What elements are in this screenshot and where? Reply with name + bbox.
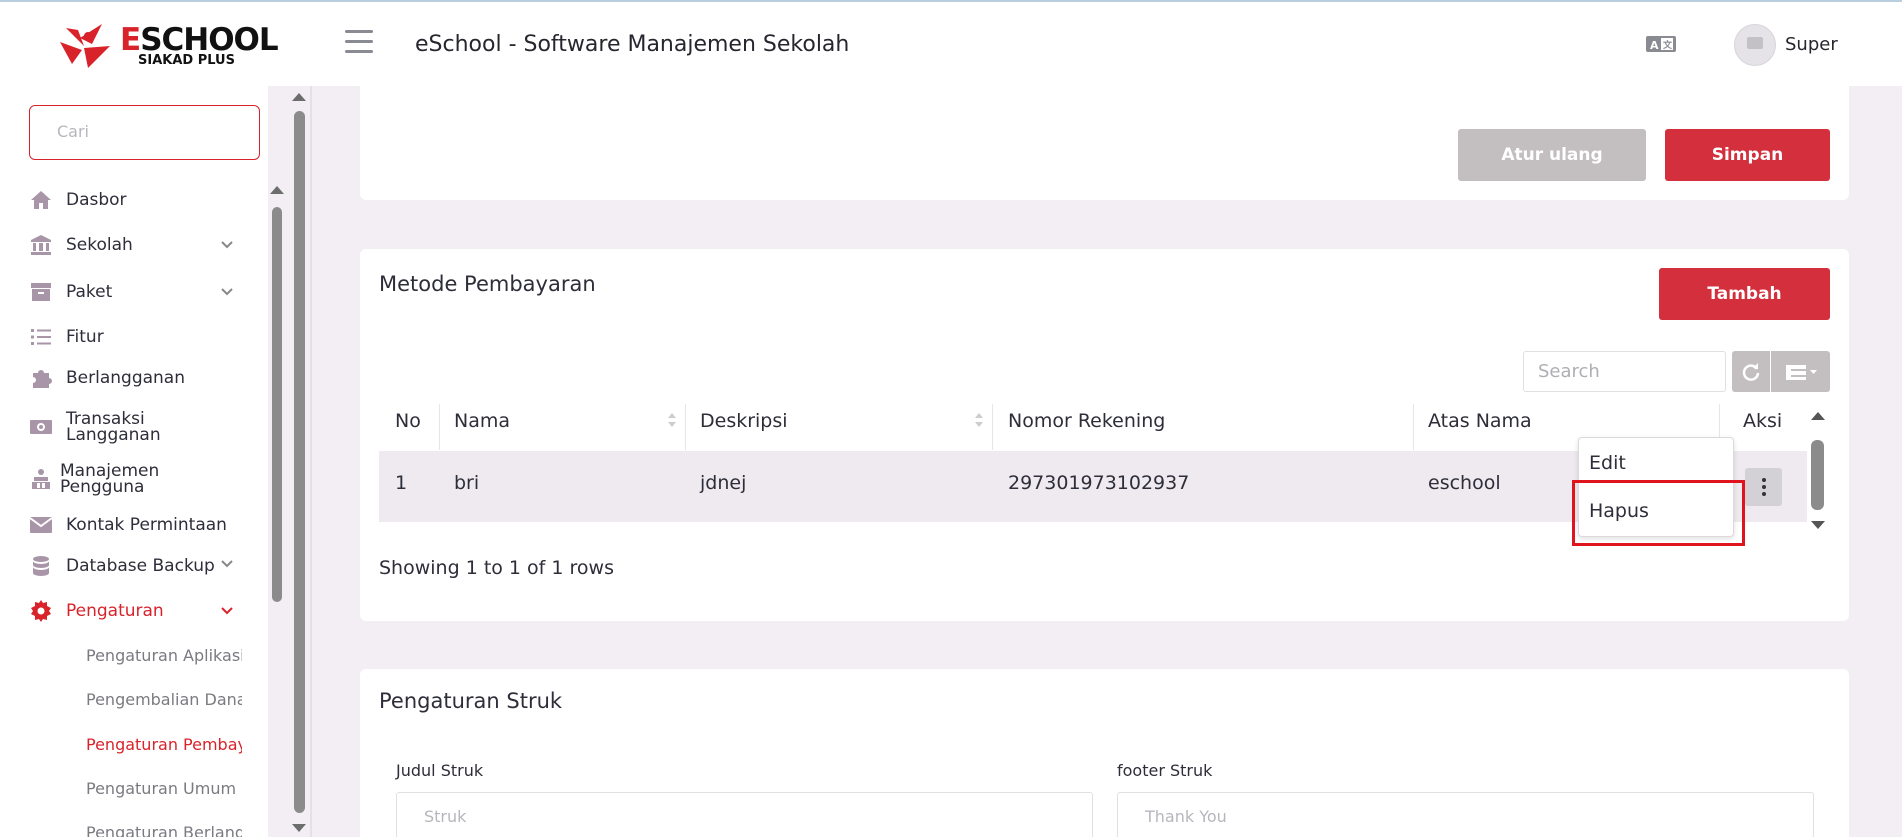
sidebar-subitem-pengaturan-umum[interactable]: Pengaturan Umum xyxy=(86,779,242,798)
sidebar-item-dasbor[interactable]: Dasbor xyxy=(29,185,127,215)
cell-nomor-rekening: 297301973102937 xyxy=(1008,472,1190,494)
package-icon xyxy=(31,283,51,301)
sort-icon[interactable] xyxy=(975,413,983,427)
money-icon xyxy=(30,420,52,434)
columns-toggle-button[interactable] xyxy=(1771,351,1830,392)
sidebar-subitem-pengembalian-dana[interactable]: Pengembalian Dana xyxy=(86,690,242,709)
sidebar-item-label: Database Backup xyxy=(66,556,215,576)
refresh-icon xyxy=(1742,362,1760,381)
sidebar-item-label: Dasbor xyxy=(66,190,127,210)
sidebar-item-label: Pengaturan xyxy=(66,601,164,621)
language-icon[interactable]: A 文 xyxy=(1646,34,1676,54)
app-title: eSchool - Software Manajemen Sekolah xyxy=(415,32,850,57)
sidebar-item-label: Kontak Permintaan xyxy=(66,515,227,535)
cell-nama: bri xyxy=(454,472,480,494)
receipt-title-label: Judul Struk xyxy=(396,761,484,780)
column-header-atas-nama[interactable]: Atas Nama xyxy=(1428,404,1532,444)
sidebar-item-sekolah[interactable]: Sekolah xyxy=(29,230,133,260)
sidebar-item-label: Manajemen Pengguna xyxy=(60,461,160,497)
highlight-box xyxy=(1572,480,1745,546)
cell-deskripsi: jdnej xyxy=(700,472,747,494)
table-search-input[interactable]: Search xyxy=(1523,351,1726,392)
logo-mark-icon xyxy=(60,24,110,68)
sidebar-search-input[interactable]: Cari xyxy=(29,105,260,160)
cell-no: 1 xyxy=(395,472,408,494)
sidebar-item-label: Berlangganan xyxy=(66,368,185,388)
home-icon xyxy=(31,191,51,209)
sidebar: Cari Dasbor Sekolah Paket Fitur Berlangg… xyxy=(0,86,312,837)
svg-text:文: 文 xyxy=(1662,39,1673,51)
receipt-title-input[interactable]: Struk xyxy=(396,792,1093,837)
payment-method-title: Metode Pembayaran xyxy=(379,272,596,296)
sidebar-item-berlangganan[interactable]: Berlangganan xyxy=(29,363,185,393)
add-button[interactable]: Tambah xyxy=(1659,268,1830,320)
column-header-no[interactable]: No xyxy=(395,404,421,444)
sidebar-item-label: Transaksi Langganan xyxy=(66,409,161,445)
chevron-down-icon[interactable] xyxy=(220,604,234,618)
gear-icon xyxy=(31,600,51,622)
users-icon xyxy=(32,469,50,489)
top-header: ESCHOOL SIAKAD PLUS eSchool - Software M… xyxy=(0,2,1902,86)
school-icon xyxy=(31,235,51,255)
sidebar-item-fitur[interactable]: Fitur xyxy=(29,322,104,352)
user-name[interactable]: Super xyxy=(1785,34,1838,55)
column-header-nama[interactable]: Nama xyxy=(454,404,510,444)
puzzle-icon xyxy=(33,370,52,388)
save-button[interactable]: Simpan xyxy=(1665,129,1830,181)
columns-list-icon xyxy=(1785,364,1817,380)
envelope-icon xyxy=(29,517,53,533)
sidebar-item-label: Fitur xyxy=(66,327,104,347)
logo[interactable]: ESCHOOL SIAKAD PLUS xyxy=(58,20,279,70)
sidebar-item-paket[interactable]: Paket xyxy=(29,277,112,307)
sidebar-item-label: Sekolah xyxy=(66,235,133,255)
sidebar-item-transaksi-langganan[interactable]: Transaksi Langganan xyxy=(29,407,176,447)
column-header-nomor-rekening[interactable]: Nomor Rekening xyxy=(1008,404,1165,444)
sidebar-scroll-up-arrow[interactable] xyxy=(292,93,306,101)
sidebar-item-manajemen-pengguna[interactable]: Manajemen Pengguna xyxy=(29,459,170,499)
table-scroll-down-arrow[interactable] xyxy=(1811,521,1825,529)
table-scroll-up-arrow[interactable] xyxy=(1811,412,1825,420)
sidebar-subitem-pengaturan-berlangganan[interactable]: Pengaturan Berlangganan xyxy=(86,823,242,837)
chevron-down-icon[interactable] xyxy=(220,285,234,299)
edit-menu-item[interactable]: Edit xyxy=(1589,452,1626,474)
sidebar-subitem-pengaturan-aplikasi[interactable]: Pengaturan Aplikasi xyxy=(86,646,242,665)
sidebar-item-kontak-permintaan[interactable]: Kontak Permintaan xyxy=(29,510,227,540)
column-header-deskripsi[interactable]: Deskripsi xyxy=(700,404,788,444)
sidebar-subitem-pengaturan-pembayaran[interactable]: Pengaturan Pembayaran xyxy=(86,735,242,754)
hamburger-icon[interactable] xyxy=(345,30,373,56)
sidebar-item-database-backup[interactable]: Database Backup xyxy=(29,551,215,581)
logo-subtitle: SIAKAD PLUS xyxy=(138,53,235,68)
row-actions-button[interactable] xyxy=(1745,468,1782,506)
receipt-settings-title: Pengaturan Struk xyxy=(379,689,563,713)
reset-button[interactable]: Atur ulang xyxy=(1458,129,1646,181)
sidebar-item-pengaturan[interactable]: Pengaturan xyxy=(29,596,164,626)
receipt-footer-label: footer Struk xyxy=(1117,761,1213,780)
sidebar-scrollbar-thumb[interactable] xyxy=(294,111,305,813)
nav-scrollbar-thumb[interactable] xyxy=(272,207,282,602)
nav-scroll-up-arrow[interactable] xyxy=(270,186,284,194)
svg-text:A: A xyxy=(1650,39,1659,52)
cell-atas-nama: eschool xyxy=(1428,472,1501,494)
sidebar-scroll-down-arrow[interactable] xyxy=(292,824,306,832)
chevron-down-icon[interactable] xyxy=(220,557,234,571)
database-icon xyxy=(33,556,49,576)
table-scrollbar-thumb[interactable] xyxy=(1811,440,1824,510)
refresh-button[interactable] xyxy=(1732,351,1770,392)
avatar[interactable] xyxy=(1734,24,1776,66)
list-icon xyxy=(31,329,51,345)
sidebar-item-label: Paket xyxy=(66,282,113,302)
chevron-down-icon[interactable] xyxy=(220,238,234,252)
sort-icon[interactable] xyxy=(668,413,676,427)
pagination-info: Showing 1 to 1 of 1 rows xyxy=(379,557,614,579)
receipt-footer-input[interactable]: Thank You xyxy=(1117,792,1814,837)
column-header-aksi: Aksi xyxy=(1743,410,1783,432)
